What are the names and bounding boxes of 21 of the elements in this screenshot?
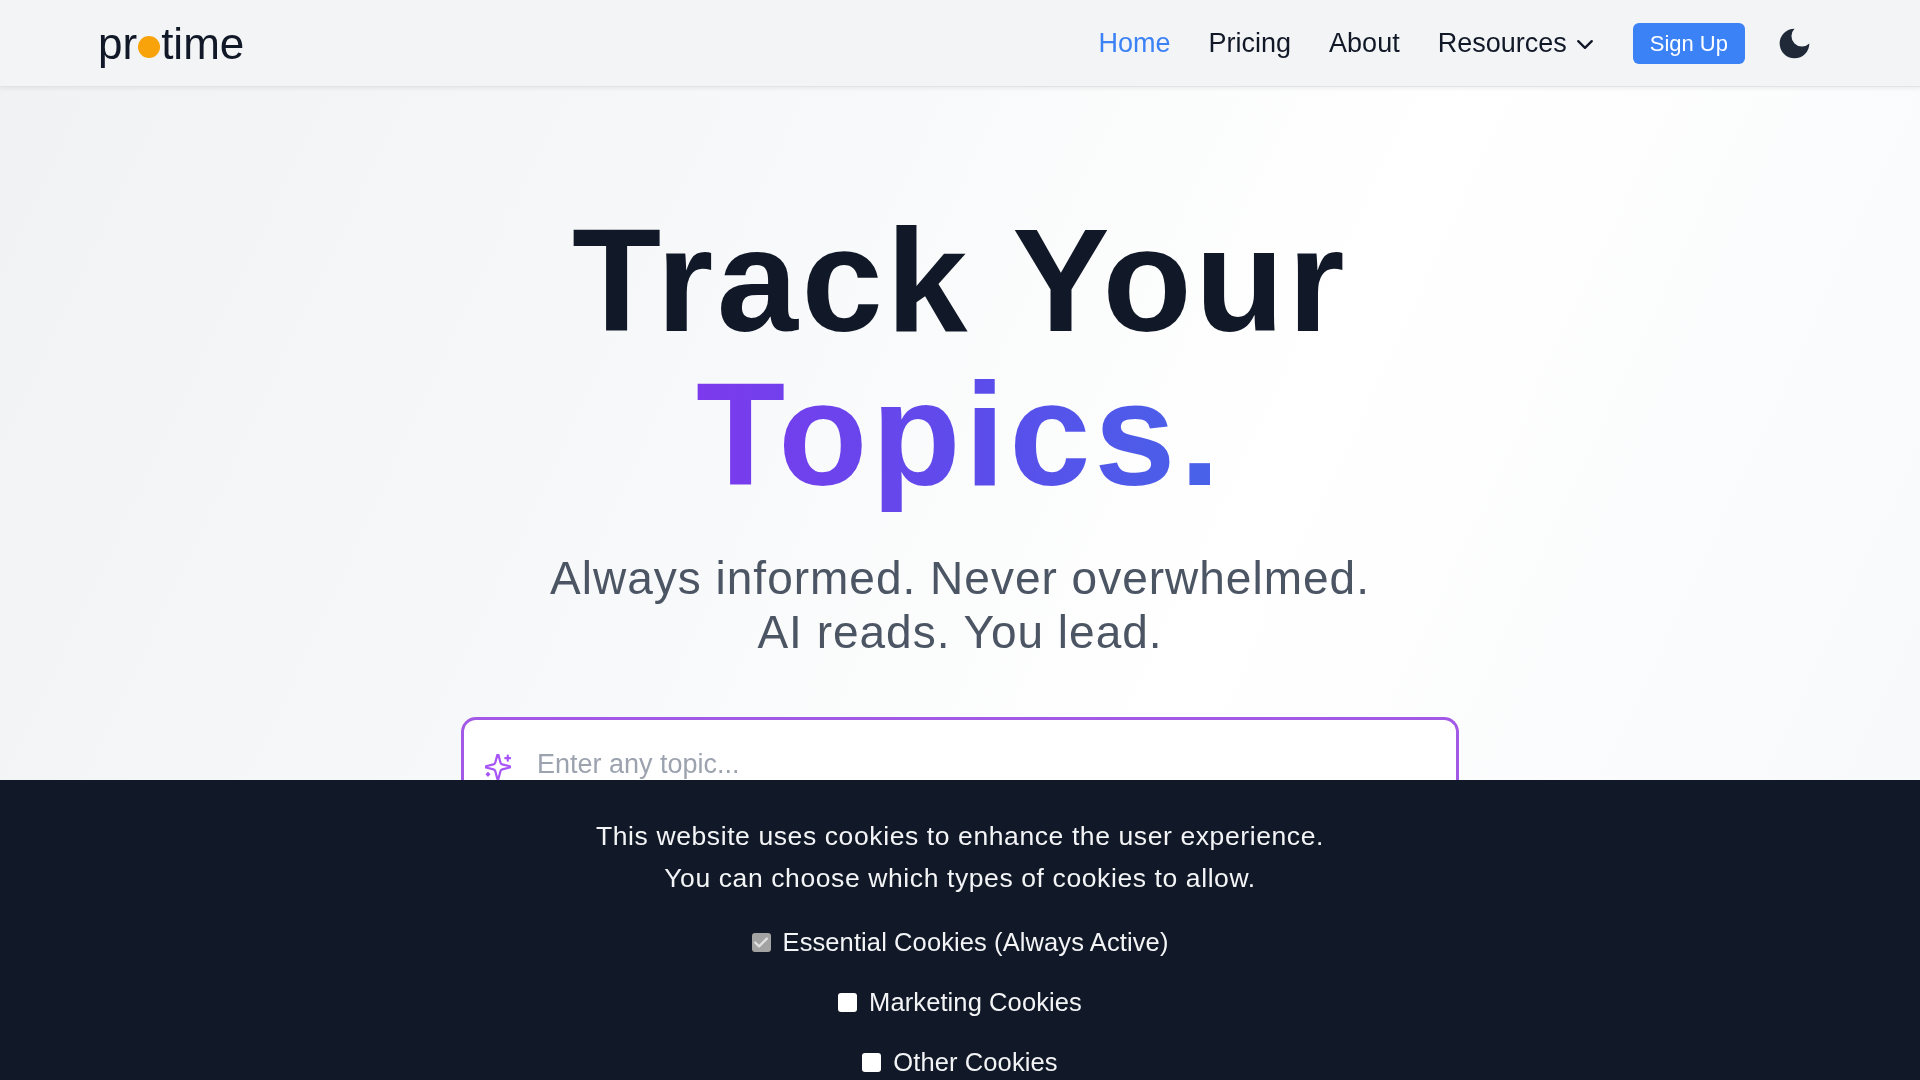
- sparkle-icon: [485, 754, 511, 780]
- checkbox-label: Essential Cookies (Always Active): [782, 927, 1169, 957]
- checkbox-label: Marketing Cookies: [869, 987, 1082, 1017]
- nav-dropdown[interactable]: Resources: [1437, 26, 1593, 60]
- chevron-down-icon: [1576, 39, 1593, 49]
- check-icon: [754, 936, 769, 948]
- dot-icon: [138, 35, 161, 58]
- checkbox-label: Other Cookies: [893, 1047, 1058, 1077]
- headline: Track Your: [571, 204, 1349, 358]
- tagline-text: Always informed. Never overwhelmed.: [550, 551, 1370, 605]
- cookie-notice-text: This website uses cookies to enhance the user experience.: [596, 820, 1324, 853]
- checkbox[interactable]: [862, 1052, 882, 1072]
- nav-link[interactable]: Pricing: [1208, 26, 1292, 60]
- tagline-text: AI reads. You lead.: [757, 605, 1163, 659]
- checkbox[interactable]: [838, 992, 858, 1012]
- sign-up-button[interactable]: Sign Up: [1632, 22, 1745, 64]
- cookie-notice-text: You can choose which types of cookies to allow.: [664, 862, 1256, 895]
- moon-icon[interactable]: [1779, 27, 1810, 59]
- topic-search-field[interactable]: Enter any topic...: [461, 717, 1459, 780]
- logo-link[interactable]: pr time: [98, 18, 245, 69]
- nav-link[interactable]: About: [1329, 26, 1400, 60]
